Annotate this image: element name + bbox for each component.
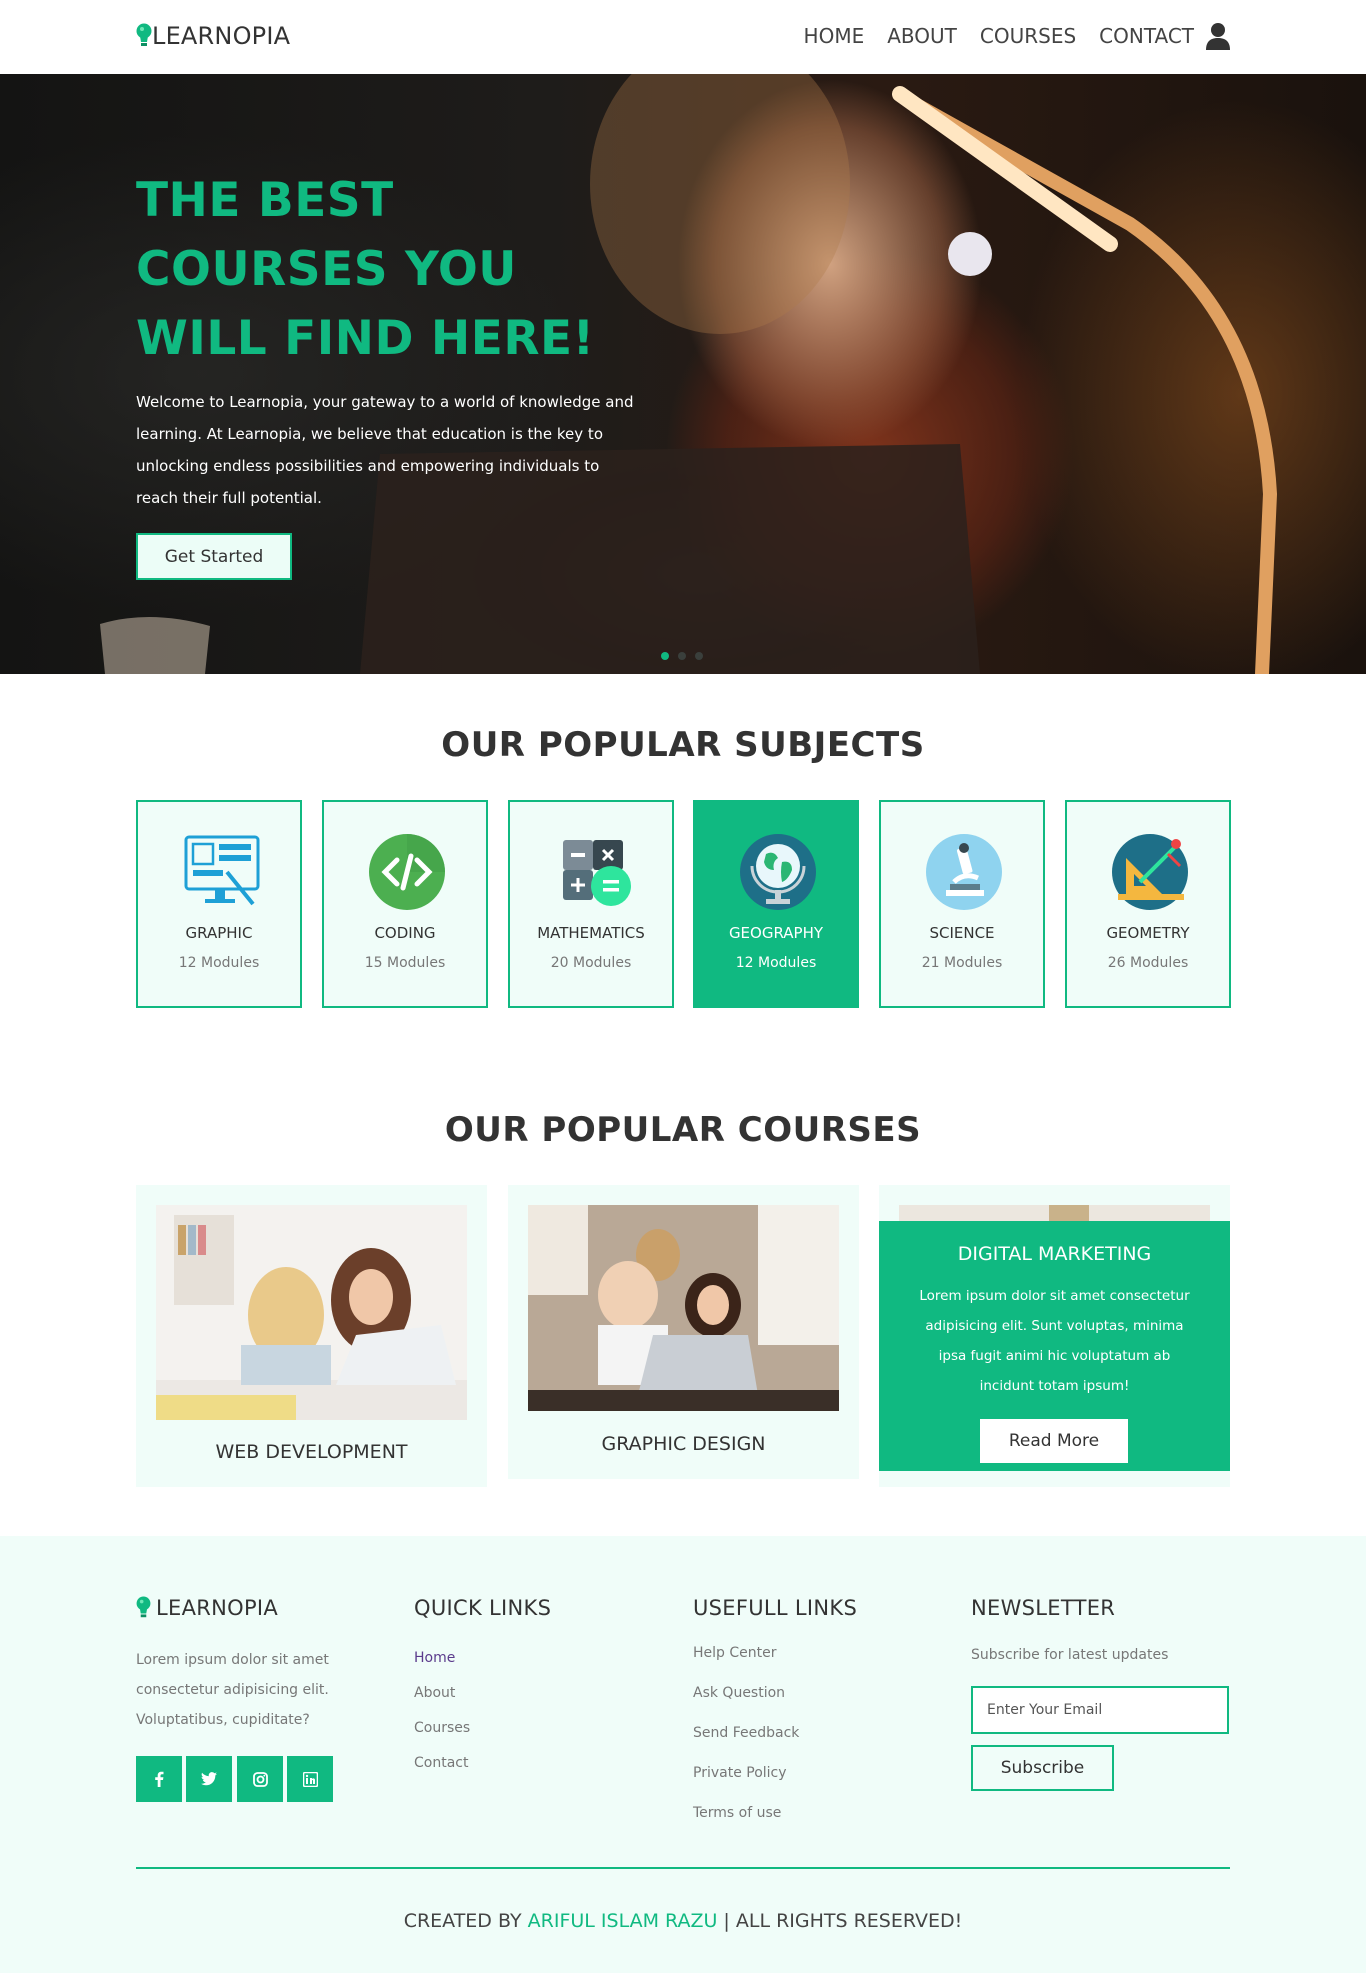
ruler-compass-icon [1112,834,1188,910]
author-link[interactable]: ARIFUL ISLAM RAZU [528,1910,718,1932]
copyright-prefix: CREATED BY [403,1910,522,1932]
brand-logo[interactable]: LEARNOPIA [136,22,290,50]
carousel-dot-3[interactable] [695,652,703,660]
footer-link-contact[interactable]: Contact [414,1755,468,1771]
graphic-design-icon [184,835,260,906]
subject-name: MATHEMATICS [537,924,645,942]
copyright-text: CREATED BY ARIFUL ISLAM RAZU | ALL RIGHT… [0,1910,1366,1932]
newsletter-subtitle: Subscribe for latest updates [971,1647,1169,1663]
subject-modules: 12 Modules [735,955,817,971]
course-title: WEB DEVELOPMENT [215,1441,408,1463]
footer-link-courses[interactable]: Courses [414,1720,470,1736]
subject-card-geometry[interactable]: GEOMETRY 26 Modules [1065,800,1231,1008]
course-card-digital-marketing[interactable]: DIGITAL MARKETING Lorem ipsum dolor sit … [879,1185,1230,1487]
subject-card-science[interactable]: SCIENCE 21 Modules [879,800,1045,1008]
subjects-title: OUR POPULAR SUBJECTS [441,725,925,765]
calculator-icon [563,840,631,906]
subject-card-geography[interactable]: GEOGRAPHY 12 Modules [693,800,859,1008]
subject-card-mathematics[interactable]: MATHEMATICS 20 Modules [508,800,674,1008]
subject-card-coding[interactable]: CODING 15 Modules [322,800,488,1008]
brand-name: LEARNOPIA [152,22,291,50]
footer-divider [136,1867,1230,1869]
twitter-icon [201,1772,217,1786]
lightbulb-icon [136,1596,151,1618]
subject-name: SCIENCE [929,924,995,942]
newsletter-title: NEWSLETTER [971,1596,1116,1620]
courses-title: OUR POPULAR COURSES [444,1110,922,1150]
subject-name: GRAPHIC [185,924,253,942]
subject-name: GEOMETRY [1106,924,1190,942]
globe-icon [740,834,816,910]
carousel-indicators [661,652,703,660]
twitter-button[interactable] [186,1756,232,1802]
course-image [899,1205,1210,1221]
hero-banner: THE BEST COURSES YOU WILL FIND HERE! Wel… [0,74,1366,674]
footer-link-home[interactable]: Home [414,1650,455,1666]
course-card-web-development[interactable]: WEB DEVELOPMENT [136,1185,487,1487]
course-title: GRAPHIC DESIGN [601,1433,766,1455]
hero-description: Welcome to Learnopia, your gateway to a … [136,393,634,507]
navbar: LEARNOPIA HOME ABOUT COURSES CONTACT [0,0,1366,74]
footer-link-terms-of-use[interactable]: Terms of use [693,1805,781,1821]
hero-photo [100,74,1278,674]
nav-link-courses[interactable]: COURSES [980,24,1076,48]
subject-name: GEOGRAPHY [728,924,824,942]
course-hover-overlay: DIGITAL MARKETING Lorem ipsum dolor sit … [879,1221,1230,1471]
carousel-dot-2[interactable] [678,652,686,660]
copyright-suffix: | ALL RIGHTS RESERVED! [723,1910,963,1932]
get-started-button[interactable]: Get Started [136,533,292,580]
user-icon[interactable] [1205,22,1231,50]
footer-link-about[interactable]: About [414,1685,455,1701]
carousel-dot-1[interactable] [661,652,669,660]
instagram-button[interactable] [237,1756,283,1802]
read-more-button[interactable]: Read More [980,1419,1128,1463]
footer-link-ask-question[interactable]: Ask Question [693,1685,785,1701]
footer-link-private-policy[interactable]: Private Policy [693,1765,787,1781]
nav-link-home[interactable]: HOME [804,24,865,48]
useful-links-title: USEFULL LINKS [693,1596,858,1620]
nav-link-contact[interactable]: CONTACT [1099,24,1194,48]
footer-brand-name: LEARNOPIA [156,1596,279,1620]
course-image [156,1205,467,1420]
subject-name: CODING [374,924,436,942]
subject-modules: 20 Modules [550,955,632,971]
linkedin-icon [302,1771,318,1787]
facebook-button[interactable] [136,1756,182,1802]
subject-card-graphic[interactable]: GRAPHIC 12 Modules [136,800,302,1008]
subject-modules: 21 Modules [921,955,1003,971]
hero-title: THE BEST COURSES YOU WILL FIND HERE! [136,173,595,366]
footer-link-send-feedback[interactable]: Send Feedback [693,1725,799,1741]
subject-modules: 26 Modules [1107,955,1189,971]
subject-modules: 12 Modules [178,955,260,971]
quick-links-title: QUICK LINKS [414,1596,552,1620]
course-title: DIGITAL MARKETING [957,1243,1152,1265]
footer-link-help-center[interactable]: Help Center [693,1645,777,1661]
newsletter-email-input[interactable] [971,1686,1229,1734]
course-description: Lorem ipsum dolor sit amet consectetur a… [919,1288,1190,1394]
course-card-graphic-design[interactable]: GRAPHIC DESIGN [508,1185,859,1479]
instagram-icon [252,1771,268,1787]
code-icon [369,834,445,910]
footer-about: Lorem ipsum dolor sit amet consectetur a… [136,1652,329,1728]
main-nav: HOME ABOUT COURSES CONTACT [804,24,1194,48]
subscribe-button[interactable]: Subscribe [971,1745,1114,1791]
course-image [528,1205,839,1411]
facebook-icon [155,1771,164,1787]
linkedin-button[interactable] [287,1756,333,1802]
nav-link-about[interactable]: ABOUT [887,24,957,48]
footer: LEARNOPIA Lorem ipsum dolor sit amet con… [0,1536,1366,1973]
subject-modules: 15 Modules [364,955,446,971]
microscope-icon [926,834,1002,910]
lightbulb-icon [136,23,152,46]
footer-brand: LEARNOPIA [136,1596,278,1620]
